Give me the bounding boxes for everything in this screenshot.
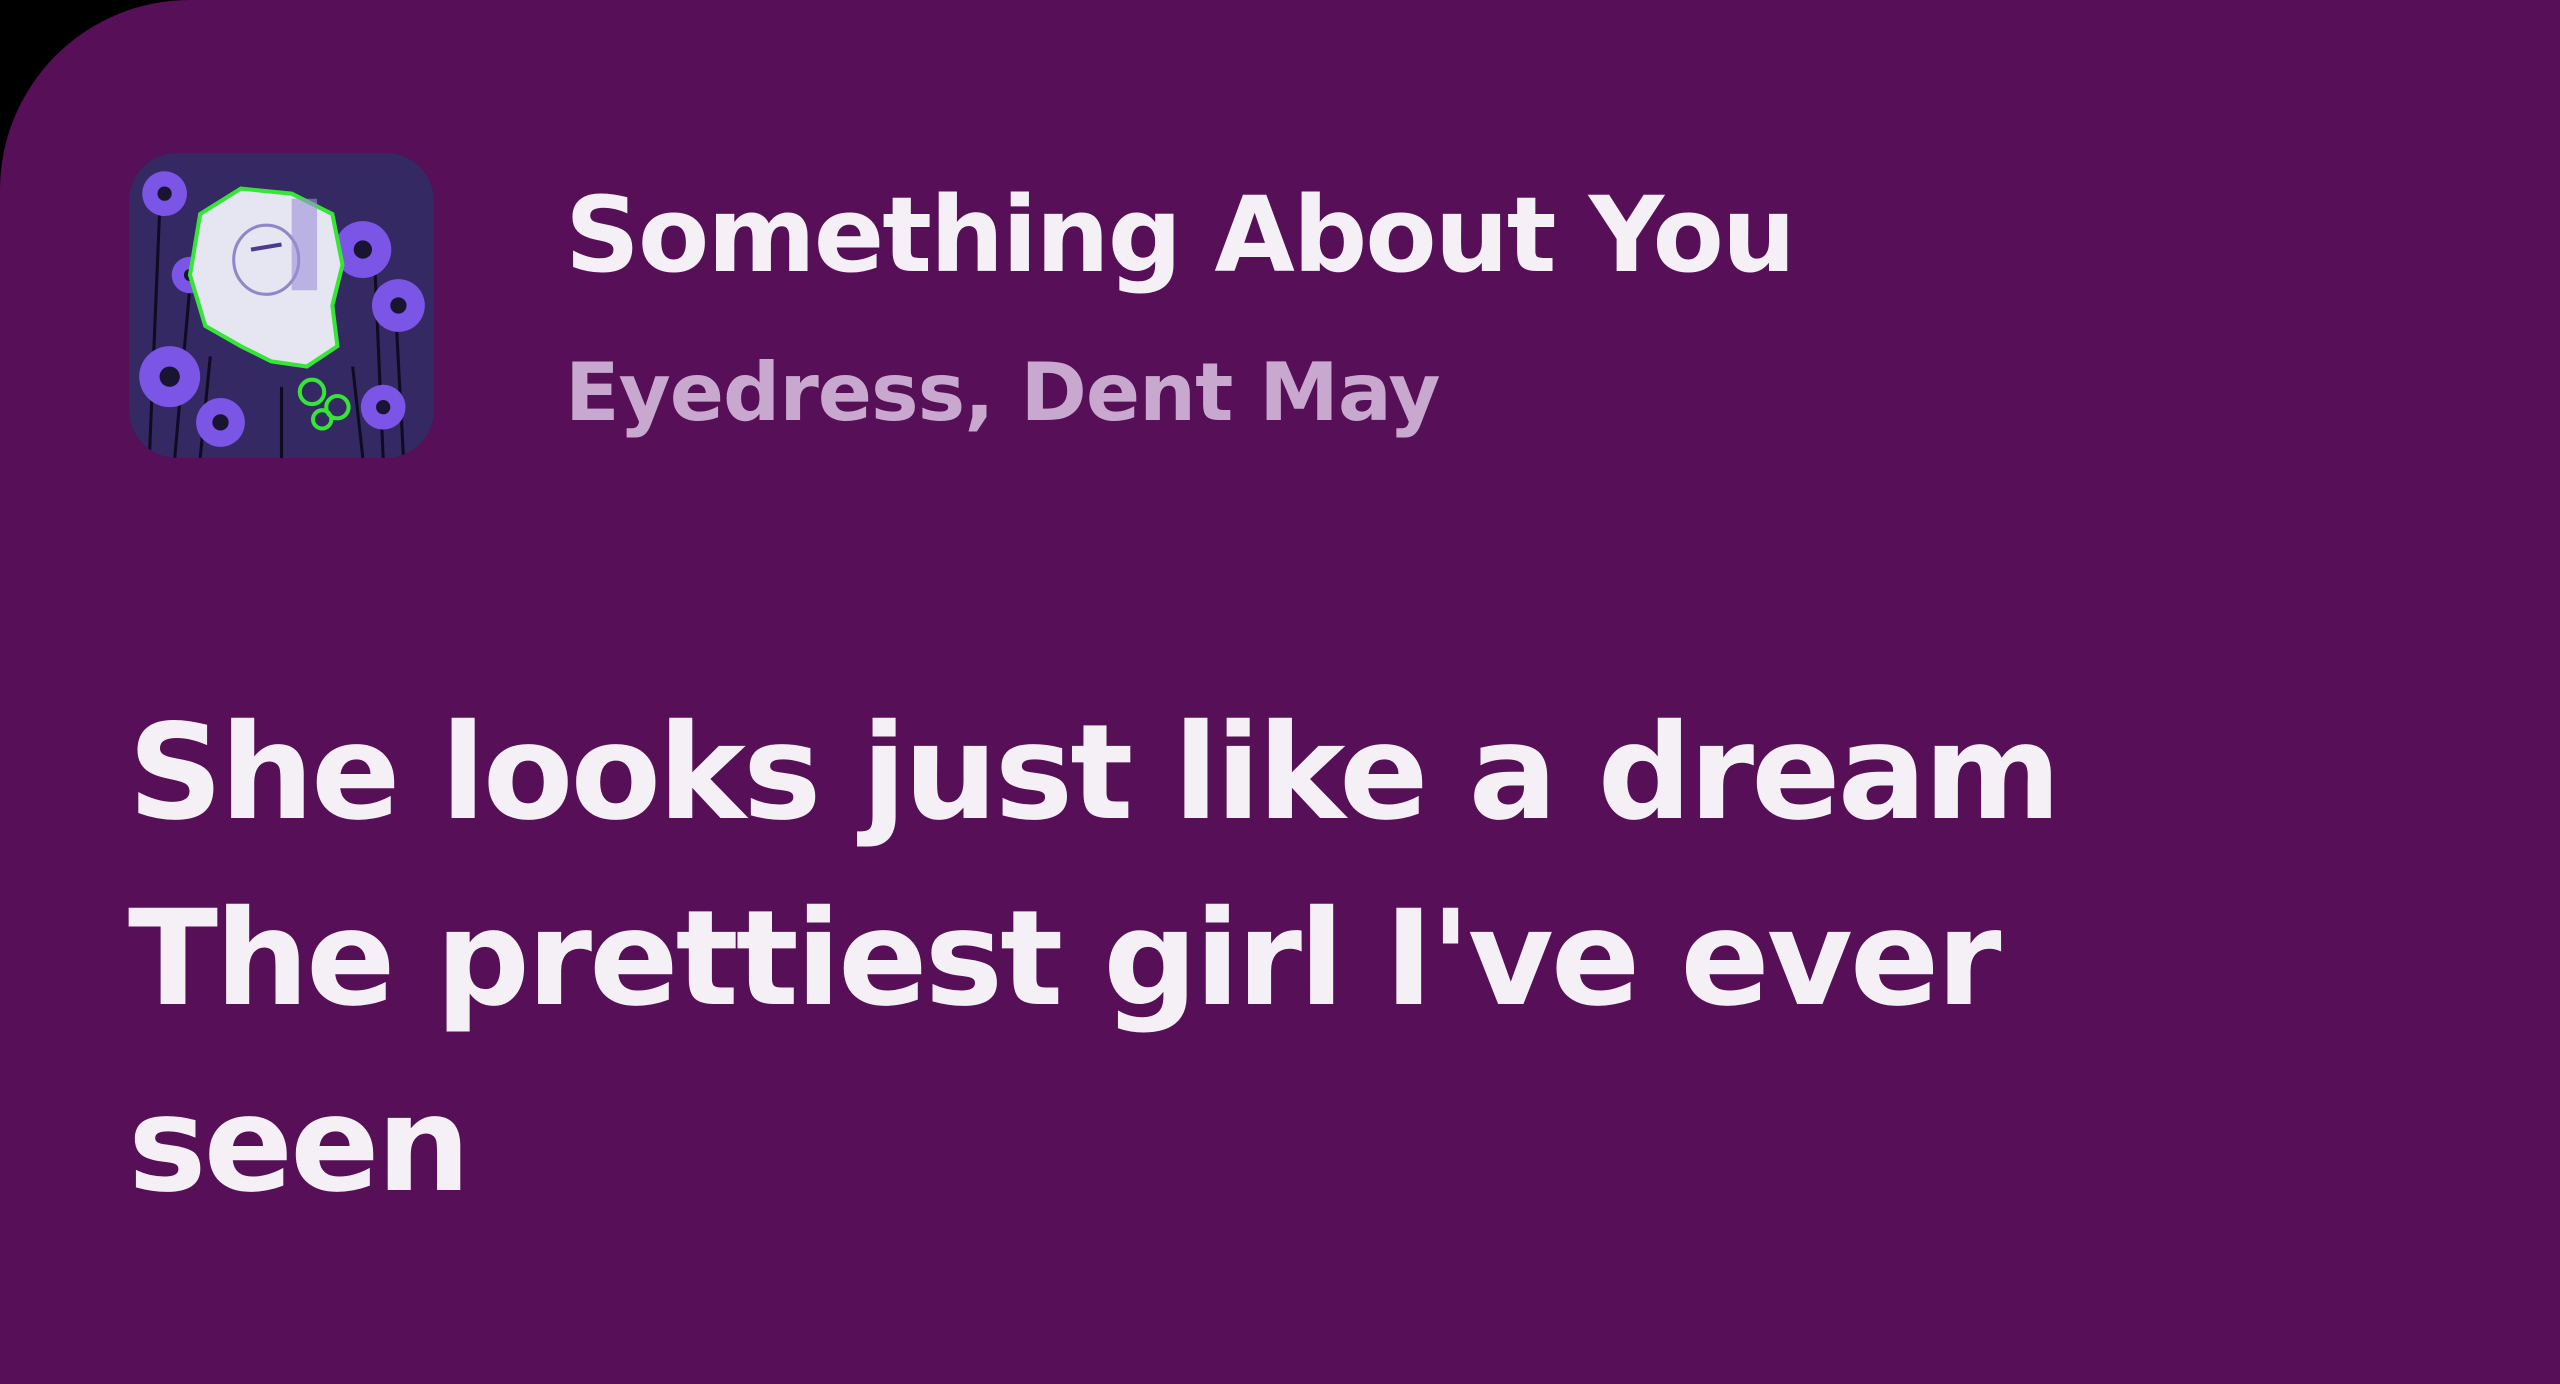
artist-names: Eyedress, Dent May <box>565 346 1440 439</box>
album-cover-image <box>129 153 434 458</box>
lyrics-block: She looks just like a dream The pretties… <box>128 680 2428 1238</box>
lyric-line: seen <box>128 1068 471 1222</box>
lyric-line: She looks just like a dream <box>128 696 2061 850</box>
song-title: Something About You <box>565 174 1796 296</box>
lyric-line: The prettiest girl I've ever <box>128 882 2001 1036</box>
lyrics-card: Something About You Eyedress, Dent May S… <box>0 0 2560 1384</box>
